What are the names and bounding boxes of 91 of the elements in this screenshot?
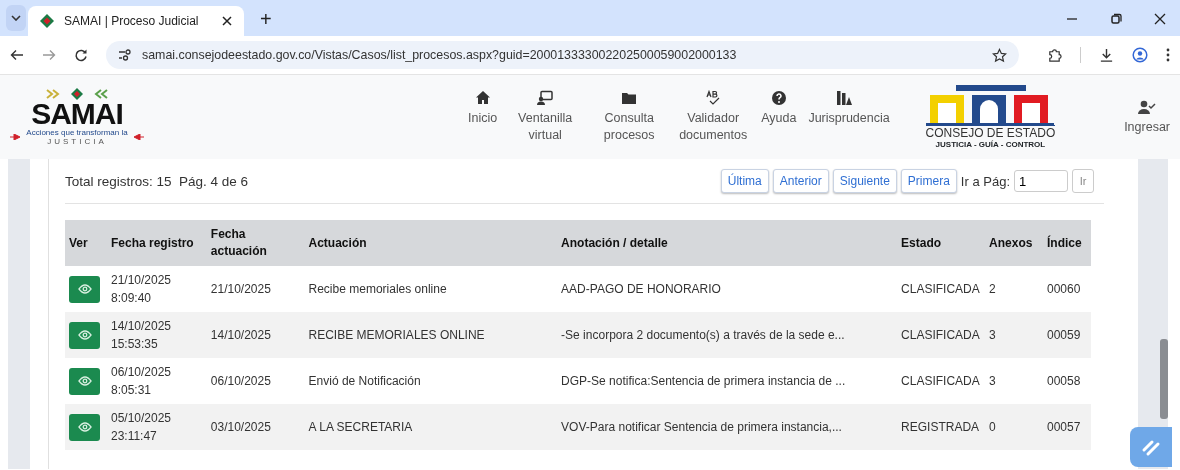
table-cell: 3	[989, 328, 996, 342]
table-cell: 2	[989, 282, 996, 296]
column-header: Fecha actuación	[206, 220, 305, 266]
table-cell: A LA SECRETARIA	[308, 420, 413, 434]
table-cell: 3	[989, 374, 996, 388]
table-cell-text: 05/10/2025 23:11:47	[110, 410, 173, 445]
column-header: Anexos	[985, 220, 1043, 266]
home-icon	[474, 90, 491, 106]
close-icon[interactable]	[1154, 13, 1166, 25]
books-icon	[836, 90, 853, 106]
site-settings-icon[interactable]	[118, 49, 132, 61]
page-button[interactable]: Última	[720, 169, 769, 193]
nav-link[interactable]: Validador documentos	[671, 90, 756, 144]
page-button[interactable]: Anterior	[772, 169, 829, 193]
goto-page-label: Ir a Pág:	[960, 173, 1010, 189]
view-button[interactable]	[69, 367, 100, 395]
monitor-person-icon	[537, 90, 554, 106]
download-icon[interactable]	[1099, 47, 1114, 63]
nav-link[interactable]: Inicio	[462, 90, 504, 127]
table-cell: 03/10/2025	[210, 420, 271, 434]
tab-title: SAMAI | Proceso Judicial	[64, 14, 200, 28]
profile-icon[interactable]	[1132, 47, 1148, 63]
back-icon[interactable]	[10, 48, 24, 62]
brand-motto: JUSTICIA - GUÍA - CONTROL	[935, 139, 1046, 150]
page-button[interactable]: Primera	[900, 169, 957, 193]
reload-icon[interactable]	[74, 48, 88, 62]
login-link[interactable]: Ingresar	[1124, 100, 1170, 134]
table-cell: CLASIFICADA	[901, 282, 980, 296]
column-header: Actuación	[304, 220, 558, 266]
table-cell: 21/10/2025	[210, 282, 271, 296]
table-cell: CLASIFICADA	[901, 328, 980, 342]
table-cell: REGISTRADA	[901, 420, 980, 434]
table-cell: DGP-Se notifica:Sentencia de primera instancia de ...	[561, 374, 846, 388]
table-cell-text: 06/10/2025 8:05:31	[110, 364, 173, 399]
table-cell-text: 14/10/2025 15:53:35	[110, 318, 173, 353]
view-button[interactable]	[69, 275, 100, 303]
column-header: Fecha registro	[106, 220, 207, 266]
browser-tab[interactable]: SAMAI | Proceso Judicial	[28, 6, 244, 36]
favicon-icon	[40, 14, 54, 28]
user-check-icon	[1138, 100, 1157, 114]
column-header: Anotación / detalle	[557, 220, 898, 266]
menu-icon[interactable]	[1166, 48, 1170, 62]
eye-icon	[77, 284, 92, 294]
spell-check-icon	[705, 90, 722, 106]
eye-icon	[77, 422, 92, 432]
logo-text: SAMAI	[31, 100, 123, 128]
eye-icon	[77, 330, 92, 340]
table-cell: -Se incorpora 2 documento(s) a través de la sede e...	[561, 328, 845, 342]
table-cell: 06/10/2025	[210, 374, 271, 388]
table-cell: 00057	[1047, 420, 1081, 434]
go-button[interactable]: Ir	[1072, 169, 1094, 193]
table-cell: 00058	[1047, 374, 1081, 388]
brand-name: CONSEJO DE ESTADO	[925, 124, 1056, 140]
arrow-ornament-icon	[133, 134, 144, 140]
nav-link[interactable]: Ayuda	[755, 90, 803, 127]
table-cell: CLASIFICADA	[901, 374, 980, 388]
building-logo-icon	[926, 84, 1055, 125]
close-tab-icon[interactable]	[222, 16, 232, 26]
table-cell: 00059	[1047, 328, 1081, 342]
table-cell: 14/10/2025	[210, 328, 271, 342]
restore-icon[interactable]	[1110, 13, 1122, 25]
table-cell: VOV-Para notificar Sentencia de primera instancia,...	[561, 420, 842, 434]
folder-icon	[621, 90, 638, 106]
table-cell: Envió de Notificación	[308, 374, 421, 388]
table-cell: 00060	[1047, 282, 1081, 296]
extensions-icon[interactable]	[1047, 47, 1062, 63]
records-summary: Total registros: 15 Pág. 4 de 6	[65, 173, 249, 189]
table-cell: Recibe memoriales online	[308, 282, 447, 296]
view-button[interactable]	[69, 413, 100, 441]
nav-link[interactable]: Consulta procesos	[587, 90, 672, 144]
table-cell-text: 21/10/2025 8:09:40	[110, 272, 173, 307]
address-bar[interactable]: samai.consejodeestado.gov.co/Vistas/Casos/list_procesos.aspx?guid=200013333002202500059002000133	[106, 41, 1019, 69]
logo-tagline: Acciones que transforman la	[26, 128, 128, 137]
table-cell: 0	[989, 420, 996, 434]
column-header: Estado	[897, 220, 986, 266]
new-tab-button[interactable]: +	[254, 6, 278, 32]
page-button[interactable]: Siguiente	[832, 169, 897, 193]
scrollbar-thumb[interactable]	[1160, 339, 1168, 419]
column-header: Índice	[1043, 220, 1091, 266]
column-header: Ver	[65, 220, 107, 266]
table-cell: AAD-PAGO DE HONORARIO	[561, 282, 721, 296]
arrow-ornament-icon	[10, 134, 21, 140]
tab-list-icon[interactable]	[6, 5, 26, 31]
view-button[interactable]	[69, 321, 100, 349]
table-cell: RECIBE MEMORIALES ONLINE	[308, 328, 485, 342]
bookmark-star-icon[interactable]	[992, 47, 1007, 63]
page-number-field[interactable]: 1	[1014, 170, 1068, 192]
nav-link[interactable]: Ventanilla virtual	[503, 90, 588, 144]
eye-icon	[77, 376, 92, 386]
logo-tagline: JUSTICIA	[47, 137, 107, 146]
help-icon	[770, 90, 787, 106]
